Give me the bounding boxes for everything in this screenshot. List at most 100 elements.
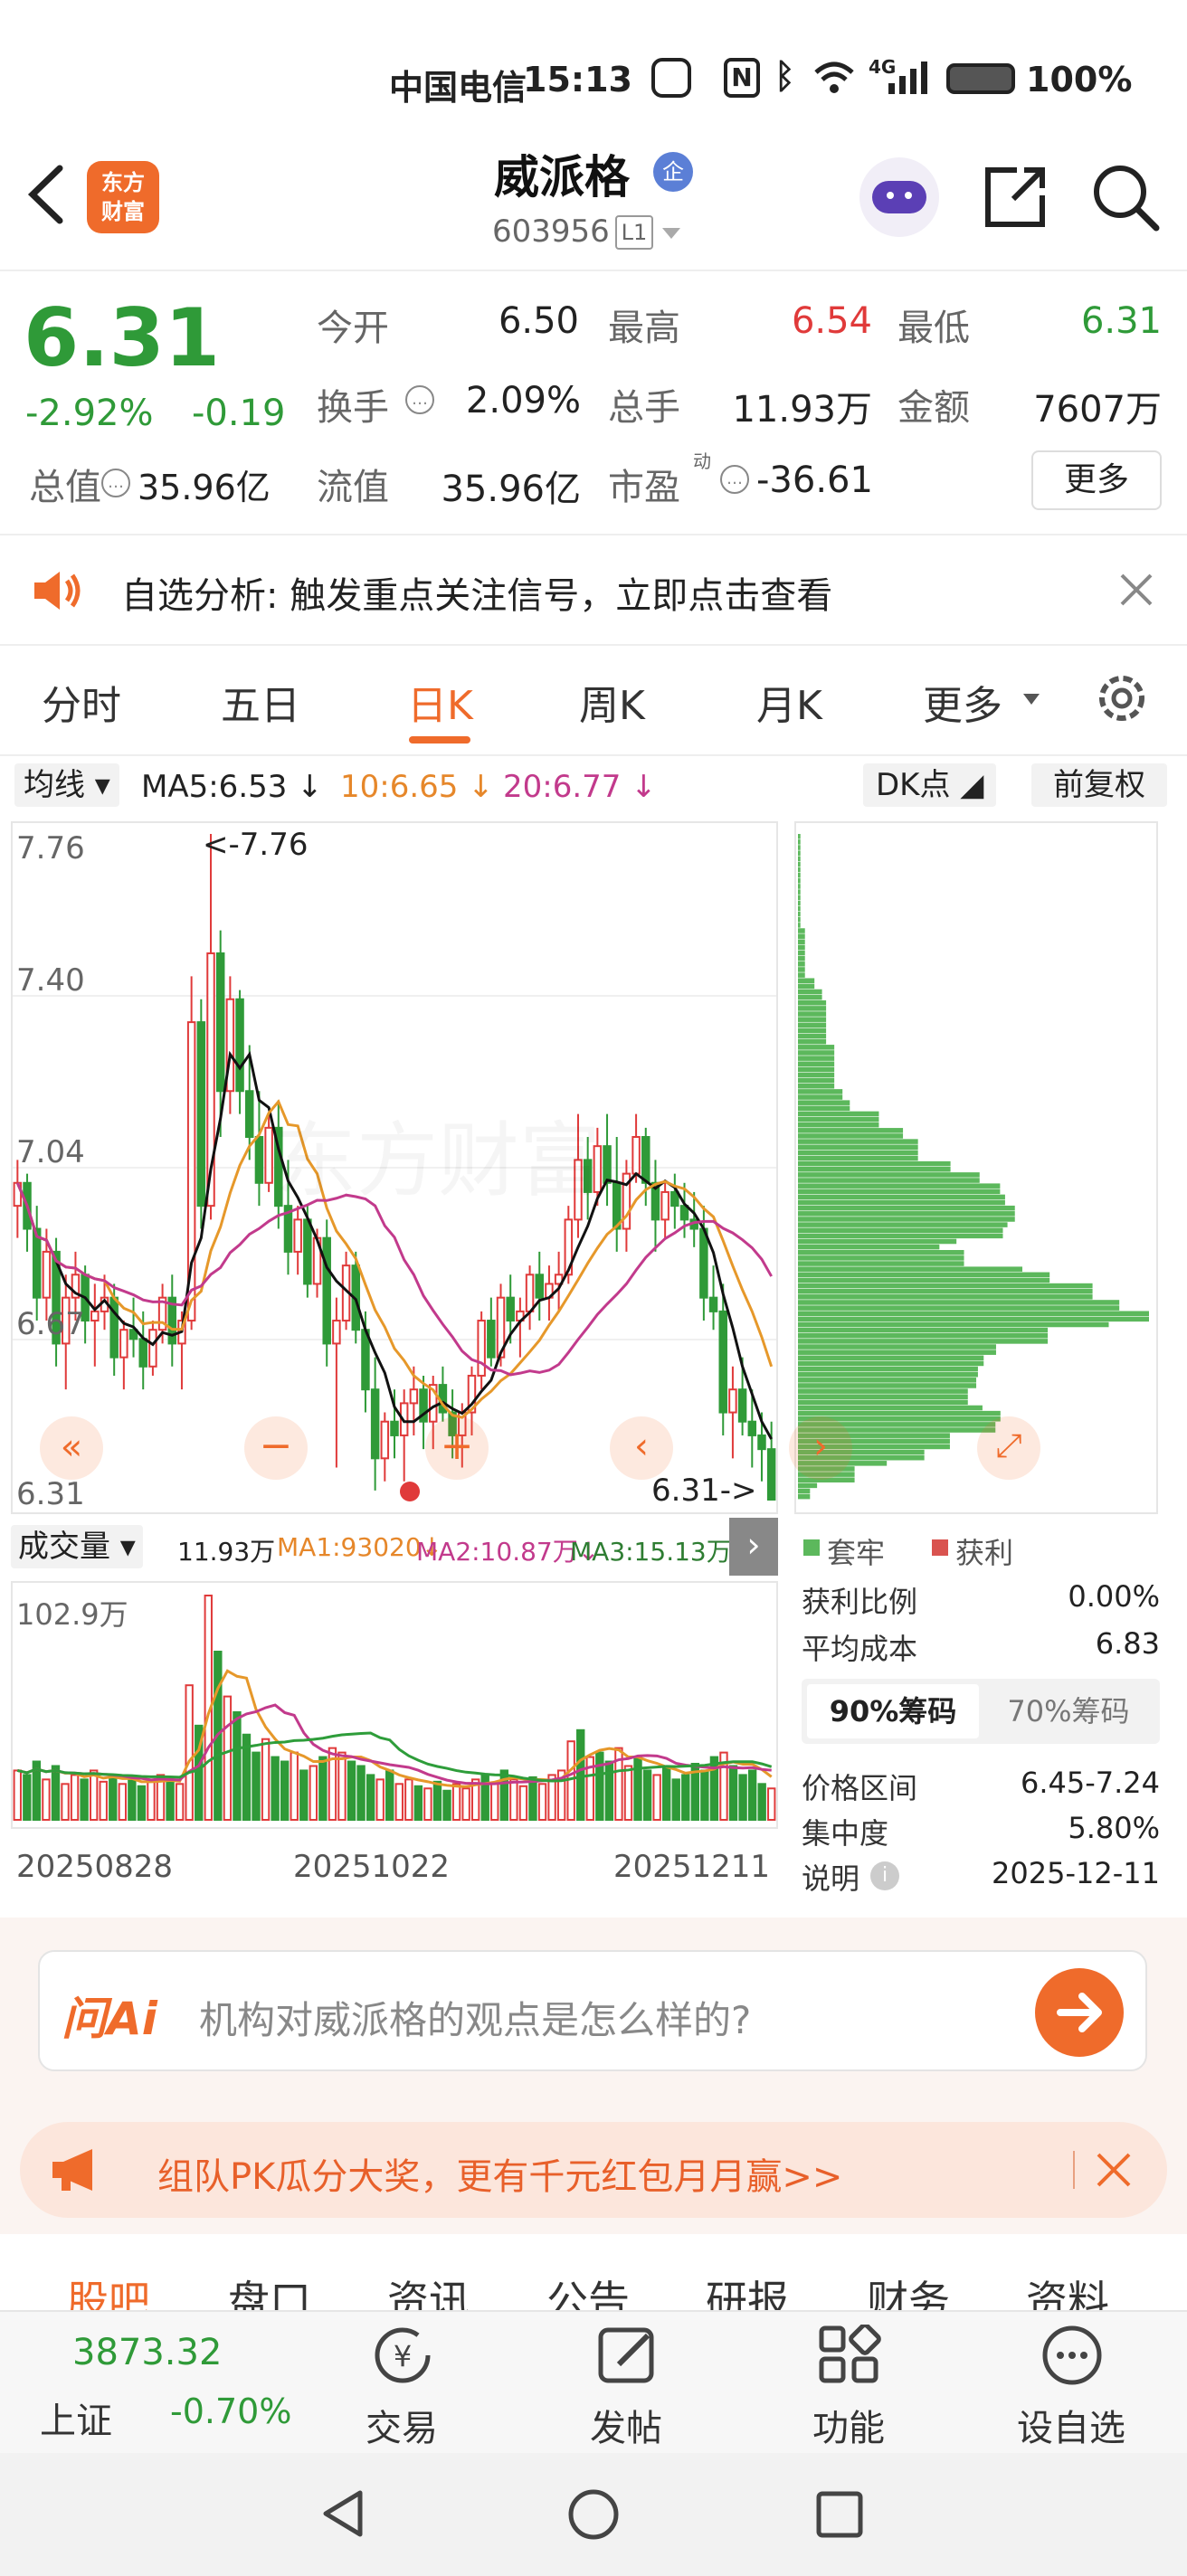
- date-start: 20250828: [16, 1849, 174, 1885]
- date-end: 20251211: [613, 1849, 771, 1885]
- ai-question-box[interactable]: 问Ai 机构对威派格的观点是怎么样的?: [38, 1950, 1147, 2071]
- chip-bar: [798, 1233, 1003, 1239]
- chip-bar: [798, 1266, 1023, 1272]
- chip-bar: [798, 1160, 951, 1167]
- grid-icon: [819, 2323, 881, 2383]
- zoom-in-button[interactable]: +: [425, 1416, 489, 1480]
- tab-more[interactable]: 更多: [923, 673, 1002, 731]
- back-triangle-icon[interactable]: [318, 2487, 371, 2540]
- volume-bar: [366, 1774, 375, 1821]
- info-icon[interactable]: i: [870, 1861, 899, 1890]
- pe-sup: 动: [693, 450, 711, 472]
- expand-icon[interactable]: ⤢: [977, 1416, 1040, 1480]
- volume-bar: [604, 1760, 614, 1822]
- candle-body: [641, 1136, 650, 1184]
- kline-chart[interactable]: 东方财富 7.76 7.40 7.04 6.67 6.31 <-7.76 6.3…: [11, 821, 778, 1514]
- trade-icon: ¥: [375, 2327, 431, 2383]
- tab-chip-70[interactable]: 70%筹码: [983, 1684, 1154, 1738]
- adjust-button[interactable]: 前复权: [1031, 763, 1167, 807]
- tab-announcements[interactable]: 公告: [546, 2268, 630, 2310]
- dk-label: DK点: [876, 767, 951, 803]
- chip-bar: [798, 1056, 835, 1061]
- volume-bar: [166, 1778, 175, 1821]
- chip-bar: [798, 1183, 1001, 1189]
- tab-profile[interactable]: 资料: [1026, 2268, 1109, 2310]
- tab-intraday[interactable]: 分时: [42, 673, 121, 731]
- nav-add-watchlist[interactable]: 设自选: [1004, 2325, 1140, 2451]
- tab-monthly-k[interactable]: 月K: [756, 673, 822, 731]
- chip-bar: [798, 845, 801, 850]
- tab-daily-k[interactable]: 日K: [407, 673, 473, 731]
- candle-body: [409, 1388, 419, 1405]
- back-icon[interactable]: [24, 163, 69, 226]
- bluetooth-icon: ᛒ: [774, 56, 795, 96]
- notice-bar[interactable]: 自选分析: 触发重点关注信号，立即点击查看: [0, 535, 1187, 644]
- chevron-down-icon[interactable]: [660, 226, 682, 241]
- ma-selector[interactable]: 均线 ▾: [14, 763, 119, 807]
- amount-label: 金额: [897, 387, 970, 429]
- index-ticker[interactable]: 3873.32 上证 -0.70%: [0, 2312, 299, 2455]
- chip-bar: [798, 1128, 904, 1133]
- chip-bar: [798, 834, 801, 839]
- tab-chip-90[interactable]: 90%筹码: [807, 1684, 979, 1738]
- close-icon[interactable]: [1095, 2151, 1133, 2189]
- info-icon[interactable]: …: [720, 465, 749, 494]
- candle-body: [322, 1236, 331, 1345]
- tab-research[interactable]: 研报: [706, 2268, 789, 2310]
- expand-panel-button[interactable]: ›: [729, 1518, 778, 1576]
- candle-body: [215, 952, 225, 1093]
- scroll-left-button[interactable]: «: [40, 1416, 103, 1480]
- tab-forum[interactable]: 股吧: [67, 2268, 150, 2310]
- gear-icon[interactable]: [1091, 668, 1153, 729]
- zoom-out-button[interactable]: −: [244, 1416, 308, 1480]
- robot-avatar-icon[interactable]: [859, 157, 939, 237]
- dk-button[interactable]: DK点 ◢: [863, 763, 997, 807]
- volume-bar: [109, 1776, 118, 1822]
- volume-chart[interactable]: 102.9万: [11, 1581, 778, 1829]
- step-right-button[interactable]: ›: [789, 1416, 852, 1480]
- volume-bar: [528, 1776, 537, 1822]
- note-label: 说明: [802, 1861, 860, 1896]
- volume-bar: [480, 1774, 489, 1821]
- volume-selector[interactable]: 成交量 ▾: [11, 1525, 143, 1568]
- legend-profit-label: 获利: [955, 1536, 1014, 1570]
- chip-bar: [798, 856, 801, 862]
- tab-financials[interactable]: 财务: [867, 2268, 950, 2310]
- chip-bar: [798, 1033, 827, 1039]
- ai-send-button[interactable]: [1035, 1968, 1124, 2057]
- more-button[interactable]: 更多: [1031, 450, 1162, 510]
- tab-news[interactable]: 资讯: [387, 2268, 470, 2310]
- chip-bar: [798, 1405, 983, 1411]
- search-icon[interactable]: [1089, 161, 1162, 233]
- nav-post[interactable]: 发帖: [577, 2325, 677, 2451]
- info-icon[interactable]: …: [101, 469, 130, 497]
- chip-bar: [798, 1316, 1149, 1322]
- candle-body: [138, 1338, 147, 1368]
- close-icon[interactable]: [1118, 572, 1154, 608]
- legend-lock-swatch: [803, 1539, 820, 1556]
- share-icon[interactable]: [981, 163, 1049, 232]
- chip-bar: [798, 1300, 1120, 1305]
- volume-bar: [681, 1774, 690, 1821]
- chip-bar: [798, 1371, 978, 1378]
- info-icon[interactable]: …: [405, 385, 434, 414]
- candle-body: [603, 1145, 612, 1184]
- candle-body: [728, 1388, 737, 1414]
- tab-order-book[interactable]: 盘口: [228, 2268, 311, 2310]
- nav-trade[interactable]: ¥ 交易: [353, 2325, 452, 2451]
- chip-bar: [798, 1217, 1015, 1222]
- promo-banner[interactable]: 组队PK瓜分大奖，更有千元红包月月赢>>: [20, 2122, 1167, 2218]
- max-price-note: <-7.76: [203, 827, 309, 863]
- recents-square-icon[interactable]: [814, 2489, 865, 2540]
- home-circle-icon[interactable]: [566, 2487, 621, 2542]
- volume-bar: [118, 1783, 128, 1822]
- tab-weekly-k[interactable]: 周K: [579, 673, 645, 731]
- tab-five-day[interactable]: 五日: [221, 673, 300, 731]
- app-logo[interactable]: 东方 财富: [87, 161, 159, 233]
- step-left-button[interactable]: ‹: [610, 1416, 673, 1480]
- nav-functions[interactable]: 功能: [800, 2323, 899, 2451]
- chip-stats: 套牢 获利 获利比例 0.00% 平均成本 6.83 90%筹码 70%筹码 价…: [794, 1523, 1174, 1903]
- chip-bar: [798, 1294, 1093, 1300]
- edit-icon: [598, 2327, 654, 2383]
- volume-bar: [595, 1751, 604, 1822]
